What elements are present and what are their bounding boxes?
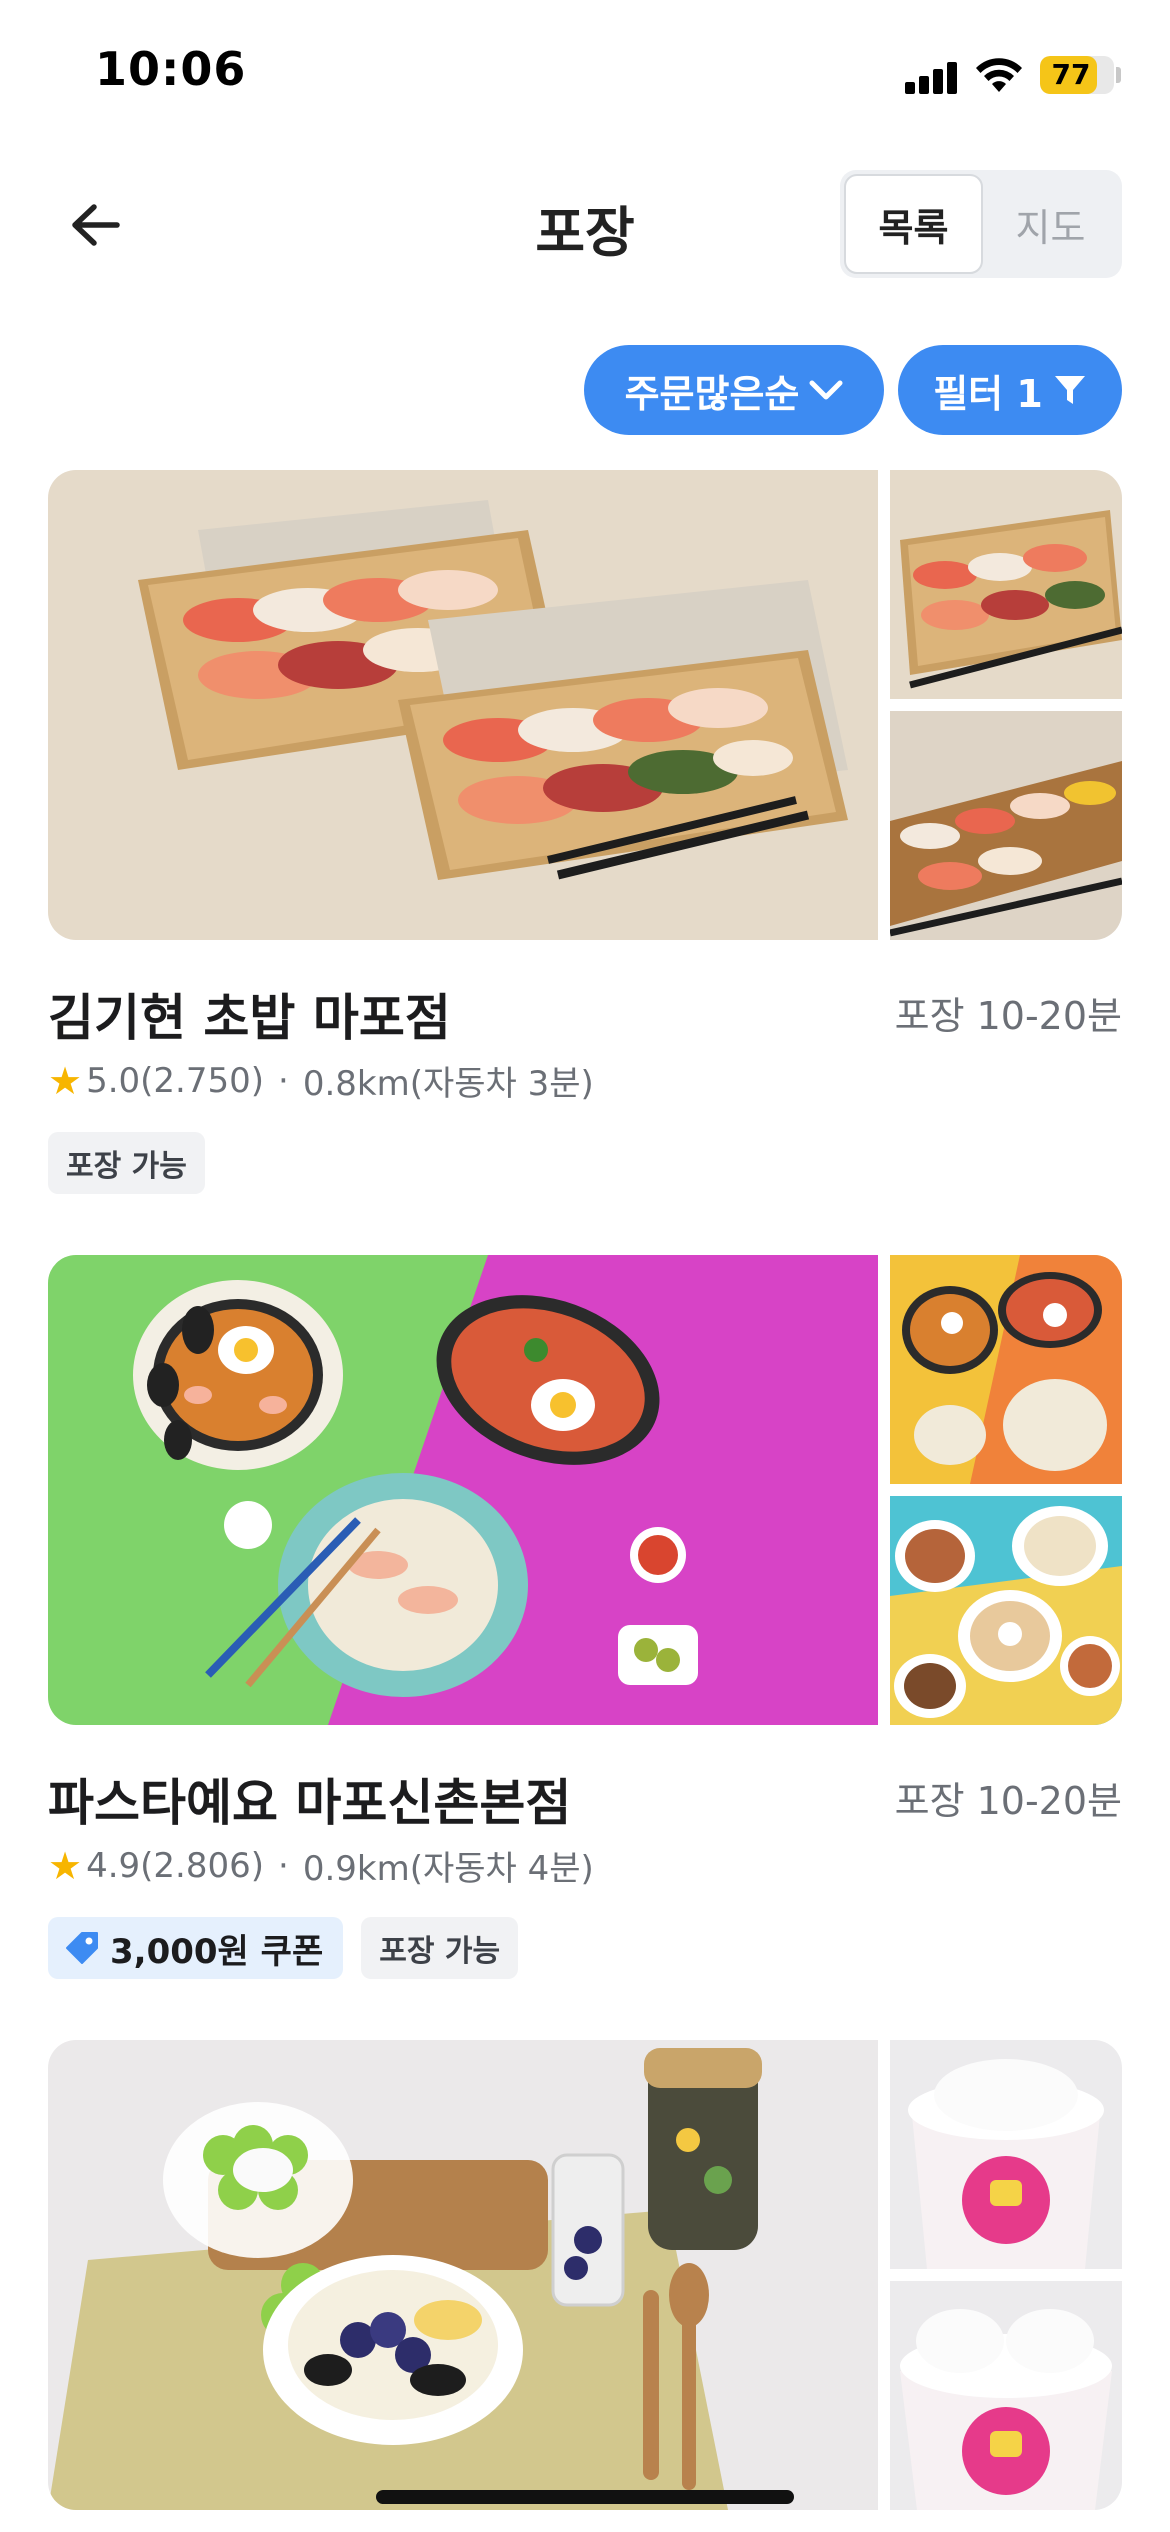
battery-cap bbox=[1116, 67, 1121, 83]
store-rating: 4.9(2.806) bbox=[86, 1845, 265, 1886]
store-thumb-photo bbox=[890, 1255, 1122, 1484]
funnel-icon bbox=[1054, 376, 1085, 404]
takeout-available-tag: 포장 가능 bbox=[48, 1132, 205, 1194]
sort-dropdown[interactable]: 주문많은순 bbox=[584, 345, 884, 435]
coupon-label: 3,000원 쿠폰 bbox=[110, 1931, 324, 1972]
coupon-tag-icon bbox=[66, 1932, 98, 1964]
store-thumb-photo bbox=[890, 2040, 1122, 2269]
home-indicator[interactable] bbox=[376, 2490, 794, 2504]
store-thumb-photo bbox=[890, 1496, 1122, 1725]
store-name[interactable]: 파스타예요 마포신촌본점 bbox=[48, 1763, 571, 1835]
store-thumb-photo bbox=[890, 470, 1122, 699]
store-main-photo bbox=[48, 1255, 878, 1725]
pickup-time: 포장 10-20분 bbox=[894, 994, 1122, 1038]
store-main-photo bbox=[48, 2040, 878, 2510]
store-thumb-photo bbox=[890, 711, 1122, 940]
star-icon: ★ bbox=[48, 1843, 83, 1888]
chevron-down-icon bbox=[809, 380, 843, 400]
takeout-available-tag: 포장 가능 bbox=[361, 1917, 519, 1979]
pickup-time: 포장 10-20분 bbox=[894, 1779, 1122, 1823]
store-card[interactable]: 김기현 초밥 마포점 포장 10-20분 ★ 5.0(2.750) · 0.8k… bbox=[48, 470, 1122, 1194]
tab-map[interactable]: 지도 bbox=[983, 174, 1118, 274]
store-thumb-photo bbox=[890, 2281, 1122, 2510]
battery-percent: 77 bbox=[1051, 58, 1091, 91]
store-meta: ★ 4.9(2.806) · 0.9km(자동차 4분) bbox=[48, 1841, 594, 1890]
store-photos bbox=[48, 1255, 1122, 1725]
store-name[interactable]: 김기현 초밥 마포점 bbox=[48, 978, 451, 1050]
wifi-icon bbox=[975, 56, 1023, 94]
store-photos bbox=[48, 2040, 1122, 2510]
status-time: 10:06 bbox=[95, 42, 247, 96]
coupon-tag[interactable]: 3,000원 쿠폰 bbox=[48, 1917, 344, 1979]
separator-dot: · bbox=[278, 1060, 289, 1101]
separator-dot: · bbox=[278, 1845, 289, 1886]
store-card[interactable]: 파스타예요 마포신촌본점 포장 10-20분 ★ 4.9(2.806) · 0.… bbox=[48, 1255, 1122, 1979]
store-main-photo bbox=[48, 470, 878, 940]
battery-icon: 77 bbox=[1040, 56, 1114, 94]
view-toggle: 목록 지도 bbox=[840, 170, 1122, 278]
filter-button[interactable]: 필터 1 bbox=[898, 345, 1122, 435]
store-distance: 0.8km(자동차 3분) bbox=[302, 1064, 594, 1104]
tag-row: 3,000원 쿠폰 포장 가능 bbox=[48, 1917, 519, 1979]
star-icon: ★ bbox=[48, 1058, 83, 1103]
store-photos bbox=[48, 470, 1122, 940]
store-card[interactable] bbox=[48, 2040, 1122, 2510]
status-bar: 10:06 77 bbox=[0, 0, 1170, 150]
sort-label: 주문많은순 bbox=[624, 371, 800, 416]
tag-row: 포장 가능 bbox=[48, 1132, 205, 1194]
filter-label: 필터 1 bbox=[933, 371, 1043, 416]
cellular-signal-icon bbox=[905, 62, 957, 94]
store-distance: 0.9km(자동차 4분) bbox=[302, 1849, 594, 1889]
store-meta: ★ 5.0(2.750) · 0.8km(자동차 3분) bbox=[48, 1056, 594, 1105]
tab-list[interactable]: 목록 bbox=[844, 174, 983, 274]
store-rating: 5.0(2.750) bbox=[86, 1060, 265, 1101]
